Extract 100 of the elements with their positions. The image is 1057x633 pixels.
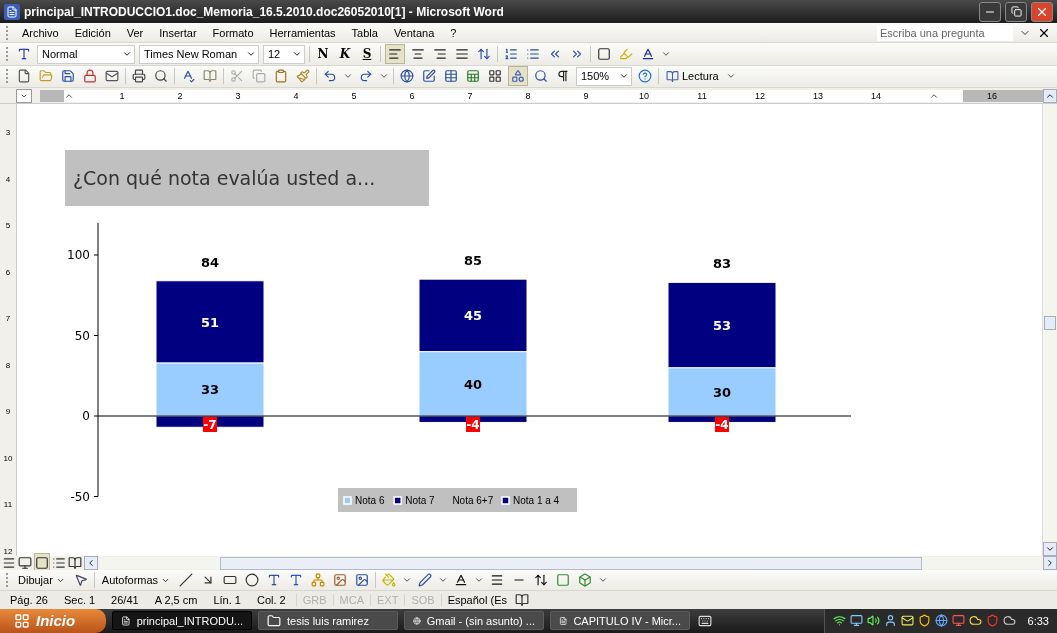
ruler-number: 2 — [176, 90, 184, 101]
app-icon — [4, 3, 20, 20]
window-title: principal_INTRODUCCIO1.doc_Memoria_16.5.2010.doc26052010[1] - Microsoft Word — [24, 4, 505, 19]
start-button[interactable]: Inicio — [0, 609, 106, 633]
bold-button[interactable]: N — [314, 45, 332, 64]
menu-item[interactable]: Edición — [69, 26, 116, 39]
tray-icon[interactable] — [917, 614, 931, 628]
total-label: 84 — [200, 255, 220, 271]
restore-icon — [1010, 6, 1022, 18]
status-field: Col. 2 — [250, 593, 296, 606]
tray-icon[interactable] — [1002, 614, 1016, 628]
tray-icon[interactable] — [934, 614, 948, 628]
legend-label: Nota 1 a 4 — [513, 495, 560, 507]
autoshapes-menu-button[interactable]: Autoformas — [98, 574, 174, 586]
tray-icon[interactable] — [832, 614, 846, 628]
ruler-number: 5 — [5, 221, 11, 232]
ruler-number: 12 — [3, 546, 13, 557]
underline-button[interactable]: S — [358, 45, 376, 64]
menu-item[interactable]: ? — [445, 26, 462, 39]
ruler-number: 6 — [408, 90, 416, 101]
ruler-number: 14 — [870, 90, 882, 101]
y-tick-label: 50 — [74, 328, 90, 343]
ruler-number: 12 — [754, 90, 766, 101]
scroll-thumb[interactable] — [220, 556, 922, 570]
tray-icon[interactable] — [900, 614, 914, 628]
scroll-thumb[interactable] — [1044, 316, 1056, 331]
tray-icon[interactable] — [951, 614, 965, 628]
menu-item[interactable]: Tabla — [346, 26, 383, 39]
font-dropdown[interactable]: Times New Roman — [139, 44, 259, 64]
legend-marker-icon — [393, 496, 402, 506]
windows-logo-icon — [14, 613, 30, 629]
zoom-dropdown[interactable]: 150% — [576, 66, 632, 86]
ruler-number: 4 — [5, 174, 11, 185]
ruler-number: 9 — [5, 407, 11, 418]
y-tick-label: 100 — [67, 248, 90, 263]
menu-item[interactable]: Insertar — [154, 26, 202, 39]
taskbar-button[interactable]: principal_INTRODU... — [112, 611, 252, 631]
ruler-number: 10 — [638, 90, 650, 101]
taskbar-button[interactable]: tesis luis ramirez — [258, 611, 398, 631]
help-search-field[interactable]: Escriba una pregunta — [877, 24, 1013, 41]
menu-item[interactable]: Ver — [121, 26, 149, 39]
scroll-left-button[interactable] — [84, 556, 98, 571]
tray-icon[interactable] — [866, 614, 880, 628]
vertical-scrollbar[interactable] — [1042, 104, 1057, 557]
data-label: 33 — [200, 382, 220, 398]
align-left-icon[interactable] — [385, 44, 405, 65]
ruler-number: 3 — [5, 128, 11, 139]
menu-item[interactable]: Ventana — [388, 26, 440, 39]
ruler-number: 10 — [3, 453, 13, 464]
reading-button[interactable]: Lectura — [663, 69, 722, 83]
status-field: A 2,5 cm — [148, 593, 208, 606]
italic-button[interactable]: K — [336, 45, 354, 64]
ruler-number: 11 — [696, 90, 708, 101]
chevron-right-icon — [1045, 558, 1055, 569]
ruler-number: 16 — [986, 90, 998, 101]
y-tick-label: 0 — [82, 409, 90, 424]
language-field[interactable]: Español (Es — [440, 593, 513, 606]
data-label: 53 — [712, 318, 732, 334]
legend-label: Nota 6+7 — [452, 495, 494, 507]
ruler-number: 4 — [292, 90, 300, 101]
minimize-button[interactable] — [979, 1, 1001, 22]
total-label: 85 — [463, 253, 483, 269]
folder-icon — [267, 614, 281, 628]
chevron-left-icon — [86, 558, 96, 569]
scroll-up-button[interactable] — [1043, 88, 1057, 103]
data-label: 45 — [463, 308, 483, 324]
taskbar-button[interactable]: CAPITULO IV - Micr... — [550, 611, 690, 631]
ruler-number: 7 — [5, 314, 11, 325]
book-icon — [666, 69, 679, 83]
restore-button[interactable] — [1005, 1, 1027, 22]
chart-title: ¿Con qué nota evalúa usted a... — [65, 150, 429, 207]
tray-icon[interactable] — [968, 614, 982, 628]
menu-item[interactable]: Herramientas — [264, 26, 341, 39]
ruler-number: 8 — [524, 90, 532, 101]
data-label: 40 — [463, 377, 483, 393]
ruler-number: 3 — [234, 90, 242, 101]
browser-icon — [413, 614, 421, 628]
close-button[interactable] — [1031, 1, 1053, 22]
drawing-icon[interactable] — [508, 66, 528, 87]
style-dropdown[interactable]: Normal — [37, 44, 135, 64]
taskbar-button[interactable]: Gmail - (sin asunto) ... — [404, 611, 544, 631]
draw-menu-button[interactable]: Dibujar — [15, 574, 68, 586]
ruler-number: 6 — [5, 267, 11, 278]
legend-marker-icon — [343, 496, 352, 506]
tab-selector[interactable] — [16, 88, 32, 103]
document-icon — [121, 614, 131, 628]
tray-icon[interactable] — [849, 614, 863, 628]
scroll-right-button[interactable] — [1043, 556, 1057, 571]
status-field: Pág. 26 — [4, 593, 58, 606]
legend-label: Nota 6 — [355, 495, 385, 507]
data-label: -4 — [715, 417, 729, 433]
font-size-dropdown[interactable]: 12 — [263, 44, 305, 64]
menu-item[interactable]: Archivo — [17, 26, 64, 39]
tray-icon[interactable] — [883, 614, 897, 628]
y-tick-label: -50 — [70, 489, 90, 504]
menu-item[interactable]: Formato — [207, 26, 259, 39]
data-label: -7 — [203, 417, 217, 433]
ruler-number: 9 — [582, 90, 590, 101]
legend-marker-icon — [501, 496, 510, 506]
data-label: 30 — [712, 385, 732, 401]
